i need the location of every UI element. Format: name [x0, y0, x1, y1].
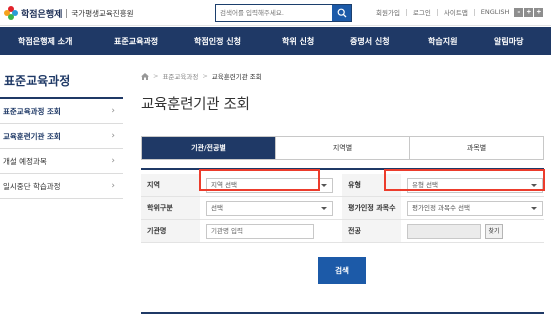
tab-institution-major[interactable]: 기관/전공별 [142, 137, 275, 159]
eval-count-select[interactable]: 평가인정 과목수 선택 [407, 201, 543, 216]
nav-item-standard-curriculum[interactable]: 표준교육과정 [114, 36, 158, 47]
search-box [215, 4, 352, 22]
sitemap-link[interactable]: 사이트맵 [444, 7, 468, 17]
search-icon [337, 8, 346, 18]
major-cell: 찾기 [401, 220, 543, 242]
page-title: 교육훈련기관 조회 [141, 97, 250, 113]
logo-divider [66, 8, 68, 18]
region-cell: 지역 선택 [200, 174, 342, 196]
search-button[interactable] [332, 5, 351, 21]
search-submit-button[interactable]: 검색 [318, 257, 366, 284]
english-link[interactable]: ENGLISH [481, 8, 510, 16]
search-tabs: 기관/전공별 지역별 과목별 [141, 136, 544, 160]
font-size-controls: - + + [513, 7, 544, 17]
type-label: 유형 [342, 174, 401, 196]
find-major-button[interactable]: 찾기 [485, 224, 503, 239]
chevron-right-icon: › [111, 131, 115, 141]
nav-item-learning-support[interactable]: 학습지원 [428, 36, 457, 47]
major-label: 전공 [342, 220, 401, 242]
sidebar-item-label: 표준교육과정 조회 [3, 107, 61, 116]
font-reset-button[interactable]: + [534, 7, 544, 17]
logo-icon [4, 6, 18, 20]
tab-region[interactable]: 지역별 [275, 137, 409, 159]
breadcrumb-separator: > [202, 72, 208, 80]
breadcrumb-item[interactable]: 표준교육과정 [162, 71, 198, 81]
sidebar-item-standard-curriculum[interactable]: 표준교육과정 조회 › [0, 99, 123, 124]
utility-links: 회원가입 로그인 사이트맵 ENGLISH - + + [376, 7, 544, 17]
sidebar-title: 표준교육과정 [4, 74, 71, 88]
top-bar: 학점은행제 국가평생교육진흥원 회원가입 로그인 사이트맵 ENGLISH - … [0, 0, 551, 26]
nav-item-notice[interactable]: 알림마당 [494, 36, 523, 47]
type-cell: 유형 선택 [401, 174, 543, 196]
nav-item-degree[interactable]: 학위 신청 [282, 36, 314, 47]
sidebar-item-institution-search[interactable]: 교육훈련기관 조회 › [0, 124, 123, 149]
chevron-right-icon: › [111, 156, 115, 166]
form-row: 기관명 기관명 입력 전공 찾기 [141, 220, 544, 243]
institution-label: 기관명 [141, 220, 200, 242]
divider [436, 8, 438, 16]
nav-item-about[interactable]: 학점은행제 소개 [18, 36, 72, 47]
sidebar-item-planned-courses[interactable]: 개설 예정과목 › [0, 149, 123, 174]
region-select[interactable]: 지역 선택 [206, 178, 333, 193]
search-form: 지역 지역 선택 유형 유형 선택 학위구분 선택 평가인정 과목수 평가인정 … [141, 168, 544, 243]
region-label: 지역 [141, 174, 200, 196]
chevron-right-icon: › [111, 106, 115, 116]
institution-cell: 기관명 입력 [200, 220, 342, 242]
type-select[interactable]: 유형 선택 [407, 178, 543, 193]
results-divider [141, 312, 544, 314]
degree-label: 학위구분 [141, 197, 200, 219]
login-link[interactable]: 로그인 [413, 7, 431, 17]
form-row: 학위구분 선택 평가인정 과목수 평가인정 과목수 선택 [141, 197, 544, 220]
eval-count-label: 평가인정 과목수 [342, 197, 401, 219]
major-input[interactable] [407, 224, 481, 239]
nav-item-certificate[interactable]: 증명서 신청 [350, 36, 390, 47]
sidebar-item-suspended-courses[interactable]: 일시중단 학습과정 › [0, 174, 123, 199]
sidebar-item-label: 일시중단 학습과정 [3, 182, 61, 191]
font-decrease-button[interactable]: - [514, 7, 524, 17]
sidebar-menu: 표준교육과정 조회 › 교육훈련기관 조회 › 개설 예정과목 › 일시중단 학… [0, 97, 123, 199]
breadcrumb: > 표준교육과정 > 교육훈련기관 조회 [141, 71, 262, 81]
form-row: 지역 지역 선택 유형 유형 선택 [141, 174, 544, 197]
search-input[interactable] [216, 5, 332, 21]
institution-input[interactable]: 기관명 입력 [206, 224, 314, 239]
sidebar-item-label: 개설 예정과목 [3, 157, 47, 166]
logo-sub-text: 국가평생교육진흥원 [71, 8, 134, 18]
font-increase-button[interactable]: + [524, 7, 534, 17]
home-icon[interactable] [141, 72, 149, 80]
signup-link[interactable]: 회원가입 [376, 7, 400, 17]
tab-subject[interactable]: 과목별 [409, 137, 543, 159]
breadcrumb-separator: > [153, 72, 159, 80]
divider [473, 8, 475, 16]
logo-main-text: 학점은행제 [21, 9, 63, 20]
site-logo[interactable]: 학점은행제 국가평생교육진흥원 [4, 5, 134, 21]
degree-cell: 선택 [200, 197, 342, 219]
nav-item-credit-recognition[interactable]: 학점인정 신청 [194, 36, 241, 47]
sidebar-item-label: 교육훈련기관 조회 [3, 132, 61, 141]
divider [405, 8, 407, 16]
degree-select[interactable]: 선택 [206, 201, 333, 216]
eval-count-cell: 평가인정 과목수 선택 [401, 197, 543, 219]
breadcrumb-current: 교육훈련기관 조회 [211, 73, 262, 81]
main-navigation: 학점은행제 소개 표준교육과정 학점인정 신청 학위 신청 증명서 신청 학습지… [0, 27, 551, 55]
chevron-right-icon: › [111, 181, 115, 191]
